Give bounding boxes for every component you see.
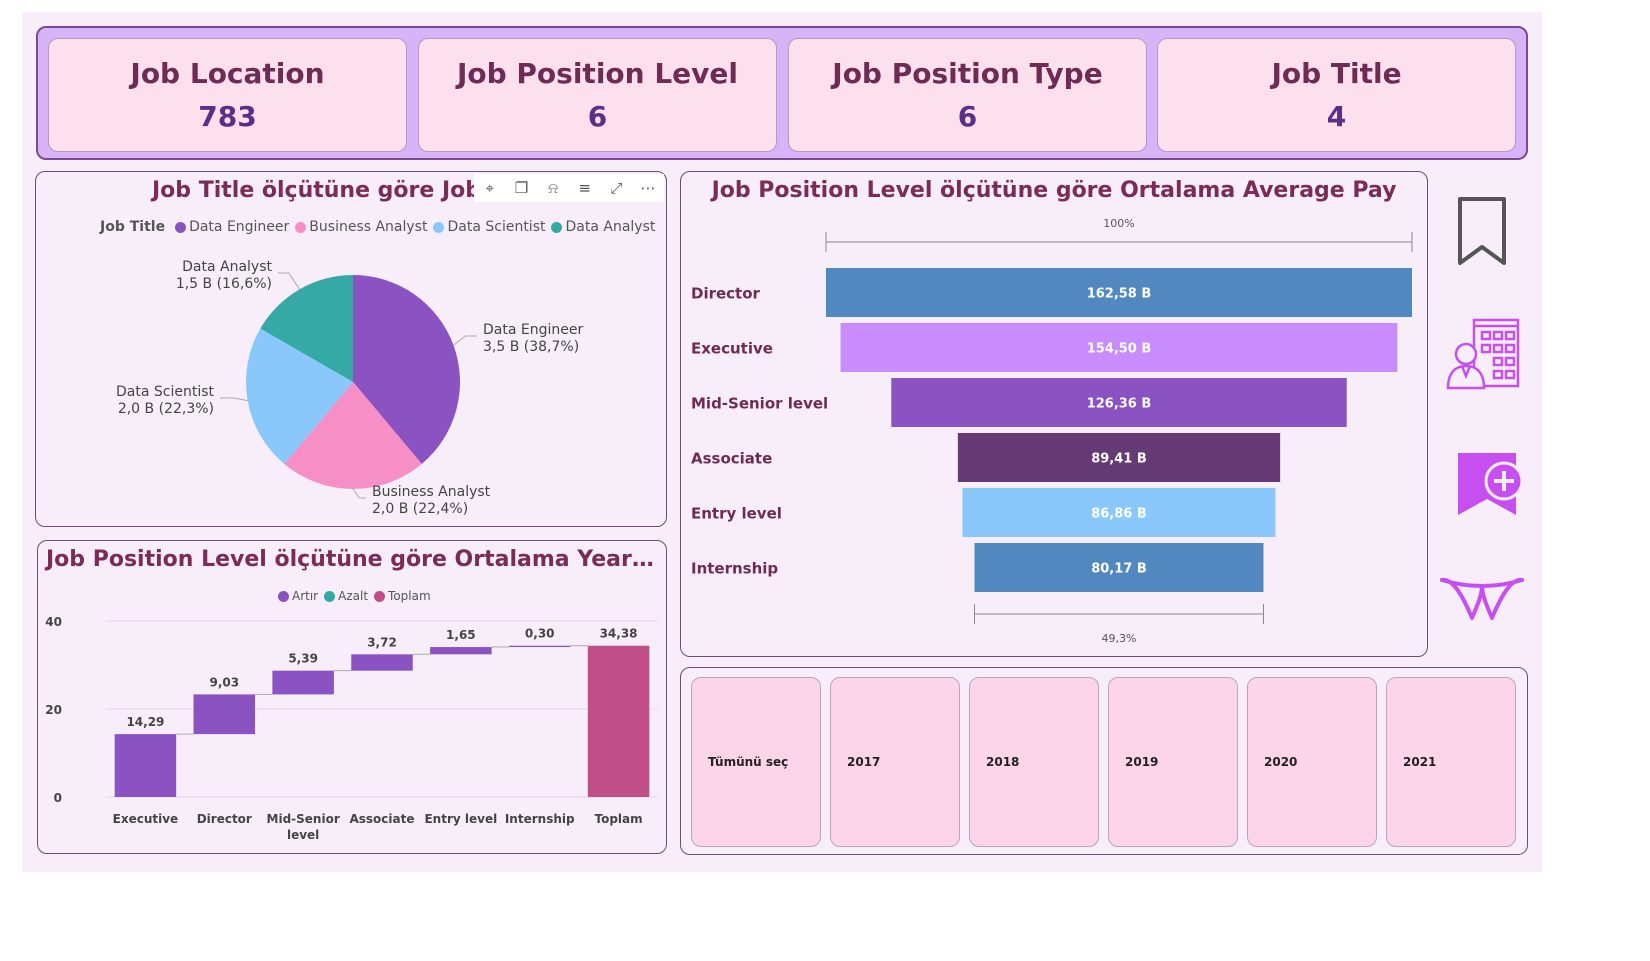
waterfall-bar[interactable]	[193, 694, 256, 735]
y-tick-label: 20	[45, 703, 62, 717]
funnel-category-label: Director	[691, 285, 761, 303]
waterfall-bar[interactable]	[430, 647, 492, 655]
x-tick-label: Executive	[113, 812, 179, 826]
data-label: 5,39	[288, 652, 318, 666]
kpi-card-job-position-level[interactable]: Job Position Level 6	[418, 38, 777, 152]
kpi-value: 6	[957, 100, 978, 133]
kpi-label: Job Position Type	[832, 57, 1103, 90]
funnel-category-label: Executive	[691, 340, 773, 358]
pie-label: Business Analyst	[372, 484, 491, 500]
year-slicer: Tümünü seç 2017 2018 2019 2020 2021	[680, 667, 1528, 855]
data-label: 0,30	[525, 627, 555, 641]
funnel-category-label: Mid-Senior level	[691, 395, 828, 413]
y-tick-label: 40	[45, 615, 62, 629]
y-tick-label: 0	[54, 791, 62, 805]
funnel-value-label: 86,86 B	[1091, 507, 1147, 522]
x-tick-label: Entry level	[424, 812, 497, 826]
logo-icon	[1440, 577, 1524, 620]
funnel-bottom-percent: 49,3%	[1102, 632, 1137, 645]
slicer-option-2018[interactable]: 2018	[969, 677, 1099, 847]
waterfall-chart: 0 20 40 14,29 Executive 9,03 Director 5,39 Mid-S…	[45, 615, 658, 842]
x-tick-label: Mid-Senior	[267, 812, 340, 826]
data-label: 1,65	[446, 628, 476, 642]
funnel-value-label: 126,36 B	[1087, 397, 1152, 412]
data-label: 14,29	[126, 715, 164, 729]
kpi-value: 783	[198, 100, 257, 133]
kpi-value: 6	[587, 100, 608, 133]
add-comment-icon[interactable]	[1454, 449, 1526, 521]
funnel-chart: 100% 162,58 B Director 154,50 B Executive 126…	[691, 217, 1413, 645]
slicer-option-2019[interactable]: 2019	[1108, 677, 1238, 847]
waterfall-chart-panel[interactable]: Job Position Level ölçütüne göre Ortalam…	[37, 540, 667, 854]
funnel-category-label: Associate	[691, 450, 772, 468]
slicer-option-2021[interactable]: 2021	[1386, 677, 1516, 847]
kpi-card-job-location[interactable]: Job Location 783	[48, 38, 407, 152]
pie-leader-line	[220, 397, 248, 402]
funnel-category-label: Internship	[691, 560, 778, 578]
funnel-value-label: 80,17 B	[1091, 562, 1147, 577]
slicer-option-2020[interactable]: 2020	[1247, 677, 1377, 847]
kpi-card-job-title[interactable]: Job Title 4	[1157, 38, 1516, 152]
waterfall-bar[interactable]	[508, 645, 571, 648]
funnel-top-percent: 100%	[1103, 217, 1134, 230]
pie-value-label: 2,0 B (22,3%)	[118, 401, 214, 417]
data-label: 34,38	[600, 627, 638, 641]
x-tick-label: level	[287, 828, 319, 842]
kpi-label: Job Title	[1271, 57, 1402, 90]
waterfall-bar[interactable]	[587, 645, 650, 797]
pie-label: Data Engineer	[483, 322, 583, 338]
pie-leader-line	[352, 488, 366, 499]
funnel-chart-panel[interactable]: Job Position Level ölçütüne göre Ortalam…	[680, 171, 1428, 657]
waterfall-bar[interactable]	[114, 734, 177, 797]
kpi-strip: Job Location 783 Job Position Level 6 Jo…	[36, 26, 1528, 160]
pie-leader-line	[453, 335, 477, 346]
bookmark-icon[interactable]	[1454, 195, 1510, 267]
funnel-value-label: 162,58 B	[1087, 287, 1152, 302]
pie-value-label: 1,5 B (16,6%)	[176, 276, 272, 292]
x-tick-label: Director	[197, 812, 252, 826]
slicer-option-2017[interactable]: 2017	[830, 677, 960, 847]
kpi-label: Job Position Level	[456, 57, 739, 90]
funnel-value-label: 89,41 B	[1091, 452, 1147, 467]
pie-value-label: 3,5 B (38,7%)	[483, 339, 579, 355]
pie-label: Data Analyst	[182, 259, 272, 275]
kpi-label: Job Location	[130, 57, 325, 90]
report-canvas: Job Location 783 Job Position Level 6 Jo…	[22, 12, 1542, 872]
funnel-value-label: 154,50 B	[1087, 342, 1152, 357]
x-tick-label: Associate	[349, 812, 414, 826]
kpi-card-job-position-type[interactable]: Job Position Type 6	[788, 38, 1147, 152]
waterfall-bar[interactable]	[272, 670, 334, 695]
slicer-option-select-all[interactable]: Tümünü seç	[691, 677, 821, 847]
funnel-category-label: Entry level	[691, 505, 782, 523]
data-label: 9,03	[209, 675, 239, 689]
data-label: 3,72	[367, 635, 397, 649]
pie-leader-line	[278, 272, 300, 290]
pie-chart: Data Engineer3,5 B (38,7%) Business Analy…	[116, 259, 583, 517]
pie-label: Data Scientist	[116, 384, 215, 400]
waterfall-bar[interactable]	[351, 654, 413, 671]
employee-building-icon[interactable]	[1446, 314, 1522, 390]
x-tick-label: Internship	[505, 812, 575, 826]
x-tick-label: Toplam	[595, 812, 643, 826]
pie-chart-panel[interactable]: Job Title ölçütüne göre Job Titl ⌖ ❐ ⍾ ≡…	[35, 171, 667, 527]
pie-value-label: 2,0 B (22,4%)	[372, 501, 468, 517]
kpi-value: 4	[1326, 100, 1347, 133]
